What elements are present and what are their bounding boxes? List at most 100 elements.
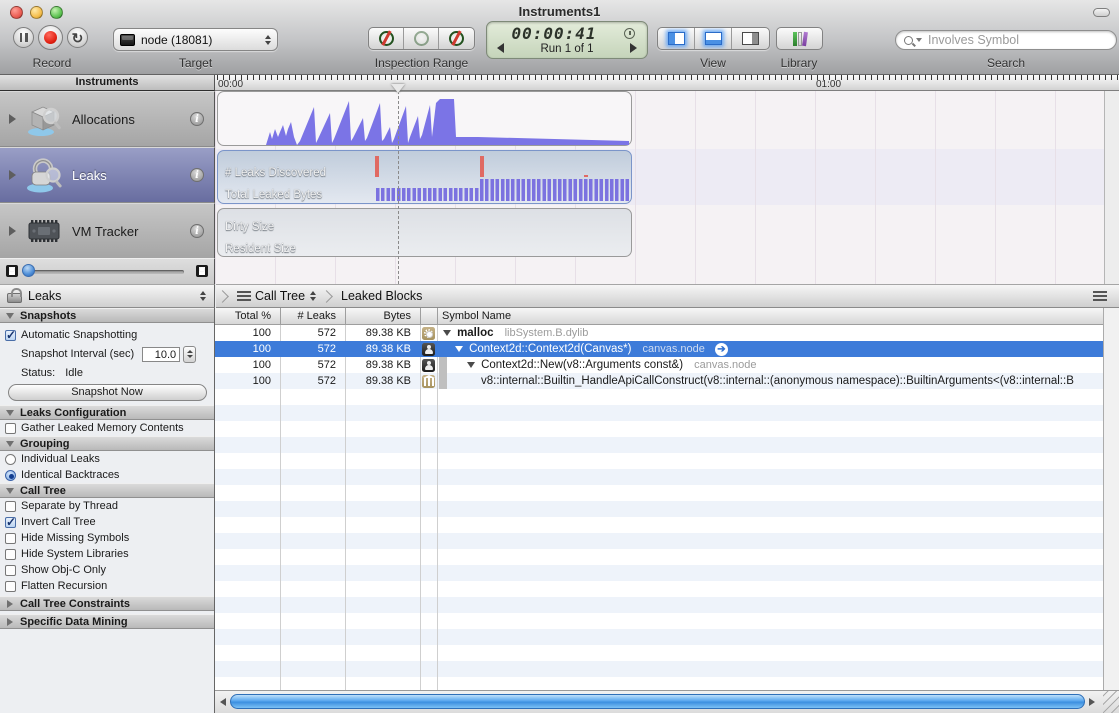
checkbox-icon[interactable]: [5, 500, 16, 512]
zoom-out-icon[interactable]: [6, 265, 18, 277]
info-button[interactable]: i: [190, 112, 204, 126]
record-icon: [44, 31, 57, 44]
scroll-right-arrow-icon[interactable]: [1089, 698, 1095, 706]
table-row[interactable]: 100 572 89.38 KB Context2d::New(v8::Argu…: [215, 357, 1103, 373]
section-snapshots[interactable]: Snapshots: [0, 308, 214, 323]
interval-stepper[interactable]: [183, 345, 197, 363]
table-row[interactable]: 100 572 89.38 KB v8::internal::Builtin_H…: [215, 373, 1103, 389]
pause-button[interactable]: [13, 27, 34, 48]
column-total-percent[interactable]: Total %: [215, 310, 271, 322]
separate-by-thread-option[interactable]: Separate by Thread: [0, 498, 214, 514]
zoom-slider-thumb[interactable]: [22, 264, 35, 277]
instrument-name: Leaks: [72, 167, 107, 183]
next-run-button[interactable]: [630, 43, 637, 53]
zoom-in-icon[interactable]: [196, 265, 208, 277]
detail-view-selector[interactable]: Leaks: [0, 284, 215, 308]
collapse-triangle-icon[interactable]: [455, 345, 463, 352]
table-options-icon[interactable]: [1093, 291, 1107, 301]
library-button[interactable]: [776, 27, 823, 50]
list-menu-icon[interactable]: [237, 291, 251, 301]
disclosure-triangle-icon[interactable]: [9, 226, 16, 236]
sidebar-item-vm-tracker[interactable]: VM Tracker i: [0, 203, 215, 259]
playhead-marker[interactable]: [391, 84, 405, 93]
checkbox-checked-icon[interactable]: [5, 328, 16, 342]
stopwatch-end-icon: [449, 31, 464, 46]
disclosure-triangle-icon[interactable]: [9, 170, 16, 180]
info-button[interactable]: i: [190, 168, 204, 182]
vm-tracker-track[interactable]: Dirty Size Resident Size: [217, 208, 632, 257]
leaks-track[interactable]: # Leaks Discovered Total Leaked Bytes: [217, 150, 632, 204]
allocations-track[interactable]: [217, 91, 632, 146]
inspection-start-button[interactable]: [369, 28, 404, 49]
leaked-bytes-bars: [480, 179, 630, 201]
section-call-tree-constraints[interactable]: Call Tree Constraints: [0, 596, 214, 611]
hide-system-libraries-option[interactable]: Hide System Libraries: [0, 546, 214, 562]
resize-grip[interactable]: [1103, 691, 1119, 713]
checkbox-icon[interactable]: [5, 422, 16, 434]
view-control: [657, 27, 770, 50]
breadcrumb-stepper-icon: [310, 291, 317, 301]
collapse-triangle-icon[interactable]: [443, 330, 451, 336]
playhead-line: [398, 91, 399, 284]
breadcrumb-leaked-blocks[interactable]: Leaked Blocks: [341, 289, 422, 303]
instruments-window: Instruments1 ↻ Record node (18081) Targe…: [0, 0, 1119, 713]
individual-leaks-option[interactable]: Individual Leaks: [0, 451, 214, 467]
sidebar-item-leaks[interactable]: Leaks i: [0, 147, 215, 203]
library-books-icon: [792, 31, 797, 46]
zoom-slider[interactable]: [24, 270, 184, 274]
sidebar-item-allocations[interactable]: Allocations i: [0, 91, 215, 147]
snapshot-interval-input[interactable]: 10.0: [142, 346, 181, 362]
rerecord-button[interactable]: ↻: [67, 27, 88, 48]
table-vertical-scrollbar[interactable]: [1103, 308, 1119, 690]
snapshot-now-button[interactable]: Snapshot Now: [7, 384, 207, 401]
checkbox-icon[interactable]: [5, 532, 16, 544]
right-pane-icon: [742, 32, 759, 45]
column-bytes[interactable]: Bytes: [345, 310, 411, 322]
invert-call-tree-option[interactable]: Invert Call Tree: [0, 514, 214, 530]
horizontal-scrollbar-thumb[interactable]: [230, 694, 1085, 709]
run-counter: Run 1 of 1: [540, 43, 594, 55]
section-call-tree[interactable]: Call Tree: [0, 483, 214, 498]
checkbox-checked-icon[interactable]: [5, 515, 16, 529]
timeline-ruler[interactable]: 00:00 01:00: [215, 75, 1119, 91]
gather-leaked-memory-option[interactable]: Gather Leaked Memory Contents: [0, 420, 214, 436]
horizontal-scrollbar[interactable]: [215, 690, 1119, 713]
disclosure-triangle-icon[interactable]: [9, 114, 16, 124]
system-library-icon: [422, 374, 435, 388]
checkbox-icon[interactable]: [5, 580, 16, 592]
breadcrumb-chevron-icon: [320, 289, 333, 303]
focus-arrow-icon[interactable]: ➔: [714, 342, 728, 356]
radio-icon[interactable]: [5, 453, 16, 465]
section-leaks-configuration[interactable]: Leaks Configuration: [0, 405, 214, 420]
checkbox-icon[interactable]: [5, 564, 16, 576]
view-left-pane-button[interactable]: [658, 28, 695, 49]
show-objc-only-option[interactable]: Show Obj-C Only: [0, 562, 214, 578]
checkbox-icon[interactable]: [5, 548, 16, 560]
inspection-end-button[interactable]: [439, 28, 474, 49]
track-scrollbar[interactable]: [1104, 91, 1119, 284]
status-row: Status: Idle: [21, 366, 83, 379]
view-right-pane-button[interactable]: [732, 28, 769, 49]
toolbar-toggle-lozenge[interactable]: [1093, 8, 1110, 17]
leaks-icon: [27, 158, 62, 193]
collapse-triangle-icon[interactable]: [467, 362, 475, 368]
breadcrumb-call-tree[interactable]: Call Tree: [255, 289, 317, 303]
auto-snapshotting-option[interactable]: Automatic Snapshotting: [0, 327, 214, 343]
column-symbol-name[interactable]: Symbol Name: [442, 310, 511, 322]
table-row[interactable]: 100 572 89.38 KB malloc libSystem.B.dyli…: [215, 325, 1103, 341]
section-specific-data-mining[interactable]: Specific Data Mining: [0, 614, 214, 629]
section-grouping[interactable]: Grouping: [0, 436, 214, 451]
target-dropdown[interactable]: node (18081): [113, 28, 278, 51]
hide-missing-symbols-option[interactable]: Hide Missing Symbols: [0, 530, 214, 546]
identical-backtraces-option[interactable]: Identical Backtraces: [0, 467, 214, 483]
search-input[interactable]: Involves Symbol: [895, 30, 1117, 50]
table-row-selected[interactable]: 100 572 89.38 KB Context2d::Context2d(Ca…: [215, 341, 1103, 357]
inspection-view-button[interactable]: [404, 28, 439, 49]
column-num-leaks[interactable]: # Leaks: [280, 310, 336, 322]
flatten-recursion-option[interactable]: Flatten Recursion: [0, 578, 214, 594]
view-bottom-pane-button[interactable]: [695, 28, 732, 49]
record-button[interactable]: [38, 25, 63, 50]
info-button[interactable]: i: [190, 224, 204, 238]
scroll-left-arrow-icon[interactable]: [220, 698, 226, 706]
radio-selected-icon[interactable]: [5, 469, 16, 481]
